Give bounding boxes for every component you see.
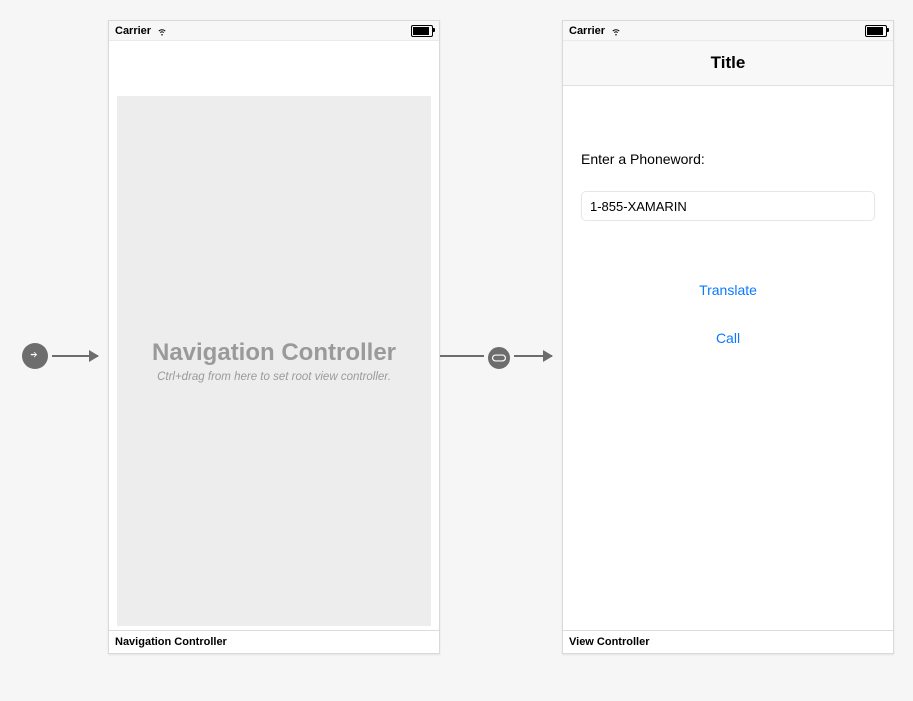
navbar-title: Title — [711, 53, 746, 73]
navigation-bar[interactable]: Title — [563, 41, 893, 86]
status-bar: Carrier — [563, 21, 893, 41]
navigation-controller-scene[interactable]: Carrier Navigation Controller Ctrl+drag … — [108, 20, 440, 654]
nav-placeholder-hint: Ctrl+drag from here to set root view con… — [157, 371, 391, 383]
navigation-controller-placeholder[interactable]: Navigation Controller Ctrl+drag from her… — [117, 96, 431, 626]
wifi-icon — [156, 25, 168, 37]
storyboard-canvas[interactable]: Carrier Navigation Controller Ctrl+drag … — [0, 0, 913, 701]
root-segue-arrow — [514, 355, 552, 357]
battery-icon — [865, 25, 887, 37]
view-content: Enter a Phoneword: Translate Call — [563, 151, 893, 352]
root-segue-icon[interactable] — [484, 343, 514, 373]
phoneword-prompt-label: Enter a Phoneword: — [581, 151, 875, 167]
nav-placeholder-title: Navigation Controller — [152, 339, 396, 367]
view-controller-scene[interactable]: Carrier Title Enter a Phoneword: Transla… — [562, 20, 894, 654]
root-segue-line — [440, 355, 484, 357]
entry-arrow — [52, 355, 98, 357]
carrier-label: Carrier — [115, 25, 151, 37]
wifi-icon — [610, 25, 622, 37]
scene-label-nav[interactable]: Navigation Controller — [109, 630, 439, 653]
status-bar: Carrier — [109, 21, 439, 41]
entry-point-icon[interactable] — [22, 343, 48, 369]
scene-label-view[interactable]: View Controller — [563, 630, 893, 653]
scene-label-text: View Controller — [569, 636, 649, 648]
phoneword-input[interactable] — [581, 191, 875, 221]
battery-icon — [411, 25, 433, 37]
translate-button[interactable]: Translate — [581, 276, 875, 304]
carrier-label: Carrier — [569, 25, 605, 37]
scene-label-text: Navigation Controller — [115, 636, 227, 648]
call-button[interactable]: Call — [581, 324, 875, 352]
